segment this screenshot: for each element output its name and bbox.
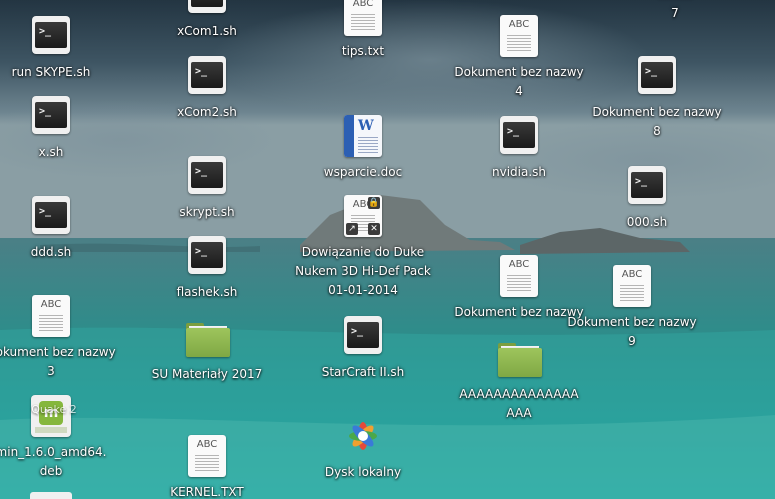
icon-label: 000.sh — [626, 215, 668, 229]
desktop-icon-x-sh[interactable]: >_ x.sh — [0, 95, 126, 162]
terminal-icon: >_ — [186, 235, 228, 277]
folder-icon — [498, 337, 542, 379]
icon-label: xCom1.sh — [177, 24, 237, 38]
word-document-icon: W — [342, 115, 384, 157]
desktop-icon-aaaa-folder[interactable]: AAAAAAAAAAAAAAAAA — [444, 337, 594, 423]
desktop-icon-ddd[interactable]: >_ ddd.sh — [0, 195, 126, 262]
desktop-icon-7[interactable]: ABC 7 — [600, 0, 750, 23]
icon-label: xCom2.sh — [177, 105, 237, 119]
terminal-icon: >_ — [30, 95, 72, 137]
desktop-icon-000[interactable]: >_ 000.sh — [572, 165, 722, 232]
text-file-icon: ABC 🔒 ↗ ✕ — [342, 195, 384, 237]
desktop-icon-xcom2[interactable]: >_ xCom2.sh — [132, 55, 282, 122]
package-icon: m — [30, 395, 72, 437]
desktop-icon-duke-nukem-link[interactable]: ABC 🔒 ↗ ✕ Dowiązanie do Duke Nukem 3D Hi… — [288, 195, 438, 300]
desktop-icon-flashek[interactable]: >_ flashek.sh — [132, 235, 282, 302]
desktop-icon-dokument-8[interactable]: >_ Dokument bez nazwy 8 — [582, 55, 732, 141]
desktop-icon-starcraft[interactable]: >_ StarCraft II.sh — [288, 315, 438, 382]
terminal-icon: >_ — [30, 195, 72, 237]
text-file-icon: ABC — [498, 15, 540, 57]
text-file-icon: ABC — [30, 295, 72, 337]
icon-label: ddd.sh — [30, 245, 72, 259]
desktop-icon-dokument-3[interactable]: ABC Dokument bez nazwy 3 — [0, 295, 126, 381]
text-file-icon: ABC — [498, 255, 540, 297]
desktop[interactable]: >_ xCom1.sh ABC tips.txt ABC 7 >_ run SK… — [0, 0, 775, 499]
icon-label: flashek.sh — [176, 285, 238, 299]
icon-label: KERNEL.TXT — [170, 485, 244, 499]
icon-label: Dokument bez nazwy 8 — [592, 105, 722, 138]
icon-label: wsparcie.doc — [323, 165, 403, 179]
terminal-icon: >_ — [186, 55, 228, 97]
desktop-icon-wsparcie-doc[interactable]: W wsparcie.doc — [288, 115, 438, 182]
icon-label: Dowiązanie do Duke Nukem 3D Hi-Def Pack … — [295, 245, 431, 297]
terminal-icon: >_ — [186, 155, 228, 197]
icon-label: SU Materiały 2017 — [151, 367, 263, 381]
overlapping-label-quake2: Quake 2 — [31, 403, 77, 416]
icon-label: Dokument bez nazwy 4 — [454, 65, 584, 98]
icon-label: run SKYPE.sh — [11, 65, 91, 79]
link-arrow-icon: ↗ — [346, 223, 358, 235]
icon-label: min_1.6.0_amd64. deb — [0, 445, 107, 478]
desktop-icon-run-skype[interactable]: >_ run SKYPE.sh — [0, 15, 126, 82]
desktop-icon-dokument-4[interactable]: ABC Dokument bez nazwy 4 — [444, 15, 594, 101]
desktop-icon-kernel-txt[interactable]: ABC KERNEL.TXT — [132, 435, 282, 499]
folder-icon — [186, 317, 230, 359]
text-file-icon: ABC — [342, 0, 384, 36]
desktop-icon-su-materialy-folder[interactable]: SU Materiały 2017 — [132, 317, 282, 384]
text-file-icon: ABC — [611, 265, 653, 307]
disk-icon — [342, 415, 384, 457]
icon-label: Dokument bez nazwy 3 — [0, 345, 116, 378]
desktop-icon-mint-deb[interactable]: m Quake 2 min_1.6.0_amd64. deb — [0, 395, 126, 481]
broken-x-icon: ✕ — [368, 223, 380, 235]
icon-label: x.sh — [38, 145, 64, 159]
desktop-icon-partial[interactable] — [30, 492, 72, 499]
icon-label: AAAAAAAAAAAAAAAAA — [459, 387, 579, 420]
desktop-icon-skrypt[interactable]: >_ skrypt.sh — [132, 155, 282, 222]
lock-icon: 🔒 — [368, 197, 380, 209]
desktop-icon-tips-txt[interactable]: ABC tips.txt — [288, 0, 438, 61]
terminal-icon: >_ — [636, 55, 678, 97]
icon-label: StarCraft II.sh — [321, 365, 405, 379]
desktop-icon-dysk-lokalny[interactable]: Dysk lokalny — [288, 415, 438, 482]
icon-label: Dysk lokalny — [324, 465, 402, 479]
icon-label: 7 — [671, 6, 679, 20]
desktop-icon-xcom1[interactable]: >_ xCom1.sh — [132, 0, 282, 41]
terminal-icon: >_ — [626, 165, 668, 207]
text-file-icon: ABC — [186, 435, 228, 477]
terminal-icon: >_ — [186, 0, 228, 16]
icon-label: tips.txt — [341, 44, 385, 58]
terminal-icon: >_ — [342, 315, 384, 357]
icon-label: skrypt.sh — [179, 205, 235, 219]
terminal-icon: >_ — [498, 115, 540, 157]
terminal-icon: >_ — [30, 15, 72, 57]
